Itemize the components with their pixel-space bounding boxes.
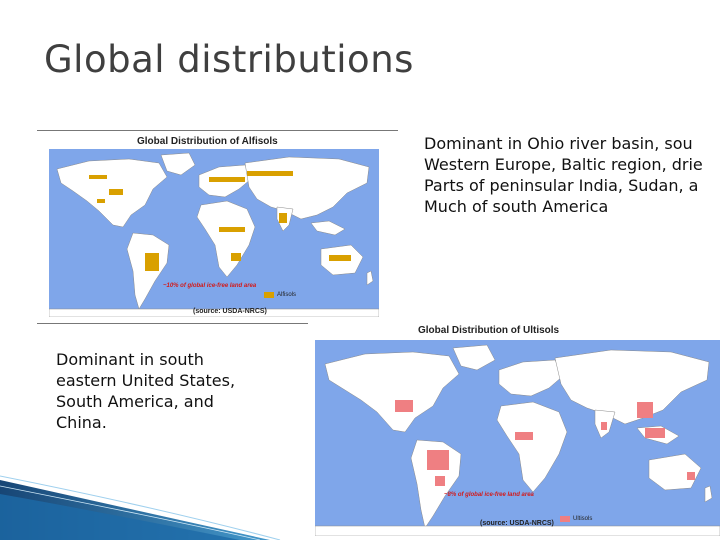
soil-patch-ohio [109, 189, 123, 195]
soil-patch-se-united-states [395, 400, 413, 412]
soil-patch-amazon [427, 450, 449, 470]
soil-patch-europe [209, 177, 245, 182]
ultisols-description-line: eastern United States, [56, 371, 236, 390]
ultisols-legend-swatch [560, 516, 570, 522]
alfisols-legend-swatch [264, 292, 274, 298]
soil-patch-s-brazil [435, 476, 445, 486]
corner-swoosh-decoration [0, 475, 281, 540]
soil-patch-e-australia [687, 472, 695, 480]
alfisols-world-map [49, 149, 379, 317]
alfisols-legend-label: Alfisols [277, 292, 297, 298]
alfisols-description-line: Much of south America [424, 197, 609, 216]
soil-patch-n-america [89, 175, 107, 179]
ultisols-legend-label: Ultisols [573, 516, 593, 522]
soil-patch-china [637, 402, 653, 418]
ultisols-source: (source: USDA-NRCS) [480, 520, 554, 527]
soil-patch-baltic [247, 171, 293, 176]
slide-title: Global distributions [44, 38, 414, 81]
ultisols-world-map [315, 340, 720, 536]
ultisols-description-line: China. [56, 413, 107, 432]
ultisols-area-note: ~8% of global ice-free land area [444, 492, 534, 498]
ultisols-description-line: South America, and [56, 392, 214, 411]
soil-patch-s-africa [231, 253, 241, 261]
alfisols-map-figure: Global Distribution of Alfisols ~10% of … [37, 130, 398, 324]
alfisols-description: Dominant in Ohio river basin, sou Wester… [424, 133, 720, 217]
soil-patch-india [601, 422, 607, 430]
ultisols-legend: Ultisols [560, 516, 592, 522]
soil-patch-central-africa [515, 432, 533, 440]
ultisols-map-figure: Global Distribution of Ultisols ~8% of g… [308, 322, 720, 540]
ultisols-description-line: Dominant in south [56, 350, 204, 369]
alfisols-map-title: Global Distribution of Alfisols [137, 136, 278, 147]
soil-patch-sudan [219, 227, 245, 232]
alfisols-legend: Alfisols [264, 292, 296, 298]
alfisols-description-line: Western Europe, Baltic region, drie [424, 155, 703, 174]
soil-patch-australia [329, 255, 351, 261]
ultisols-map-title: Global Distribution of Ultisols [418, 325, 560, 336]
soil-patch-se-asia [645, 428, 665, 438]
alfisols-description-line: Dominant in Ohio river basin, sou [424, 134, 693, 153]
soil-patch-india [279, 213, 287, 223]
soil-patch-s-america [145, 253, 159, 271]
alfisols-description-line: Parts of peninsular India, Sudan, a [424, 176, 699, 195]
alfisols-area-note: ~10% of global ice-free land area [163, 283, 257, 289]
ultisols-description: Dominant in south eastern United States,… [56, 349, 235, 433]
alfisols-source: (source: USDA-NRCS) [193, 308, 267, 315]
soil-patch-texas [97, 199, 105, 203]
